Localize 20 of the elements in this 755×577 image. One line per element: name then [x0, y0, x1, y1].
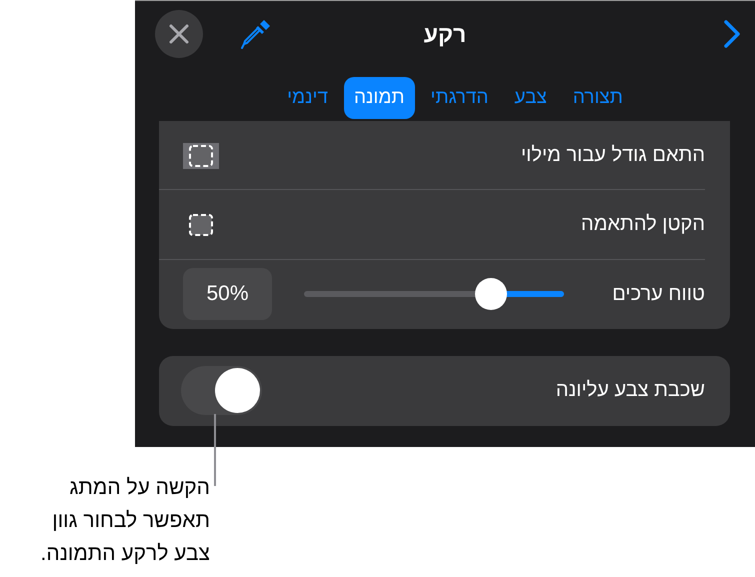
panel-title: רקע — [424, 20, 466, 48]
percent-field[interactable]: 50% — [183, 268, 272, 320]
slider[interactable] — [304, 278, 564, 310]
chevron-right-icon[interactable] — [723, 19, 741, 49]
callout-text: הקשה על המתג תאפשר לבחור גוון צבע לרקע התמונה. — [40, 475, 210, 567]
eyedropper-icon[interactable] — [239, 17, 273, 51]
option-label: התאם גודל עבור מילוי — [520, 144, 705, 168]
option-label: הקטן להתאמה — [581, 213, 705, 236]
range-label: טווח ערכים — [612, 282, 705, 306]
close-button[interactable] — [155, 10, 203, 58]
tab[interactable]: דינמי — [277, 77, 338, 119]
toggle-switch[interactable] — [181, 366, 262, 415]
slider-thumb[interactable] — [475, 278, 508, 310]
overlay-label: שכבת צבע עליונה — [556, 379, 705, 402]
tab[interactable]: תמונה — [344, 77, 415, 119]
dashed-square-icon[interactable] — [183, 142, 219, 169]
tab[interactable]: צבע — [504, 77, 557, 119]
tab[interactable]: תצורה — [562, 77, 633, 119]
tab[interactable]: הדרגתי — [420, 77, 498, 119]
close-icon — [168, 23, 190, 45]
